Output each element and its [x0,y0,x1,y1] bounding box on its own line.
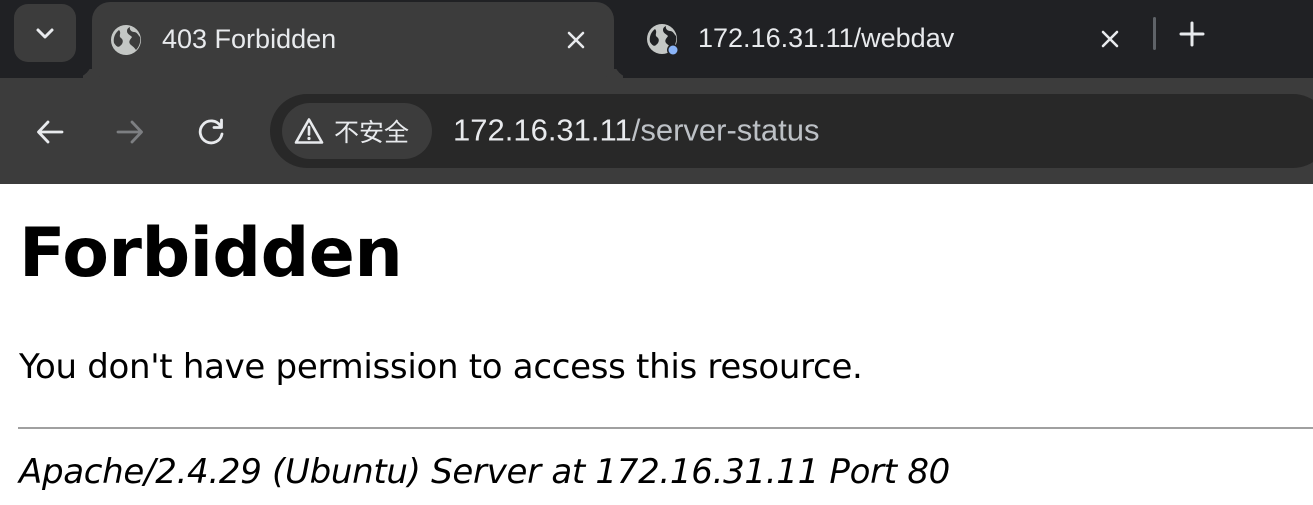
tab-strip: 403 Forbidden 172.16.31.11/webdav [0,0,1313,78]
tab-search-button[interactable] [14,4,76,62]
back-button[interactable] [26,108,74,156]
close-icon [567,31,585,49]
tab-title: 172.16.31.11/webdav [698,22,955,53]
plus-icon [1179,21,1205,47]
address-bar[interactable]: 不安全 172.16.31.11/server-status [270,94,1313,168]
tab-inactive[interactable]: 172.16.31.11/webdav [628,0,1148,78]
server-signature: Apache/2.4.29 (Ubuntu) Server at 172.16.… [19,452,951,492]
tab-close-button[interactable] [562,26,590,54]
browser-toolbar: 不安全 172.16.31.11/server-status [0,78,1313,184]
loading-dot-icon [668,45,678,55]
close-icon [1101,30,1119,48]
error-message: You don't have permission to access this… [19,347,863,387]
page-content: Forbidden You don't have permission to a… [0,184,1313,505]
tab-title: 403 Forbidden [162,23,337,54]
tab-close-button[interactable] [1096,25,1124,53]
security-indicator[interactable]: 不安全 [282,103,432,159]
new-tab-button[interactable] [1170,14,1214,54]
tab-active[interactable]: 403 Forbidden [92,2,614,78]
security-label: 不安全 [334,118,410,147]
tab-separator [1153,17,1156,50]
globe-icon [647,24,678,55]
page-title: Forbidden [19,214,403,293]
forward-button[interactable] [106,108,154,156]
url-text[interactable]: 172.16.31.11/server-status [453,112,820,148]
chevron-down-icon [36,28,54,39]
url-path: /server-status [631,112,820,148]
divider [18,427,1313,429]
warning-triangle-icon [294,118,324,144]
url-host: 172.16.31.11 [453,112,632,148]
arrow-right-icon [116,120,143,144]
reload-button[interactable] [187,108,235,156]
arrow-left-icon [37,120,64,144]
reload-icon [198,118,224,145]
globe-icon [111,25,141,55]
